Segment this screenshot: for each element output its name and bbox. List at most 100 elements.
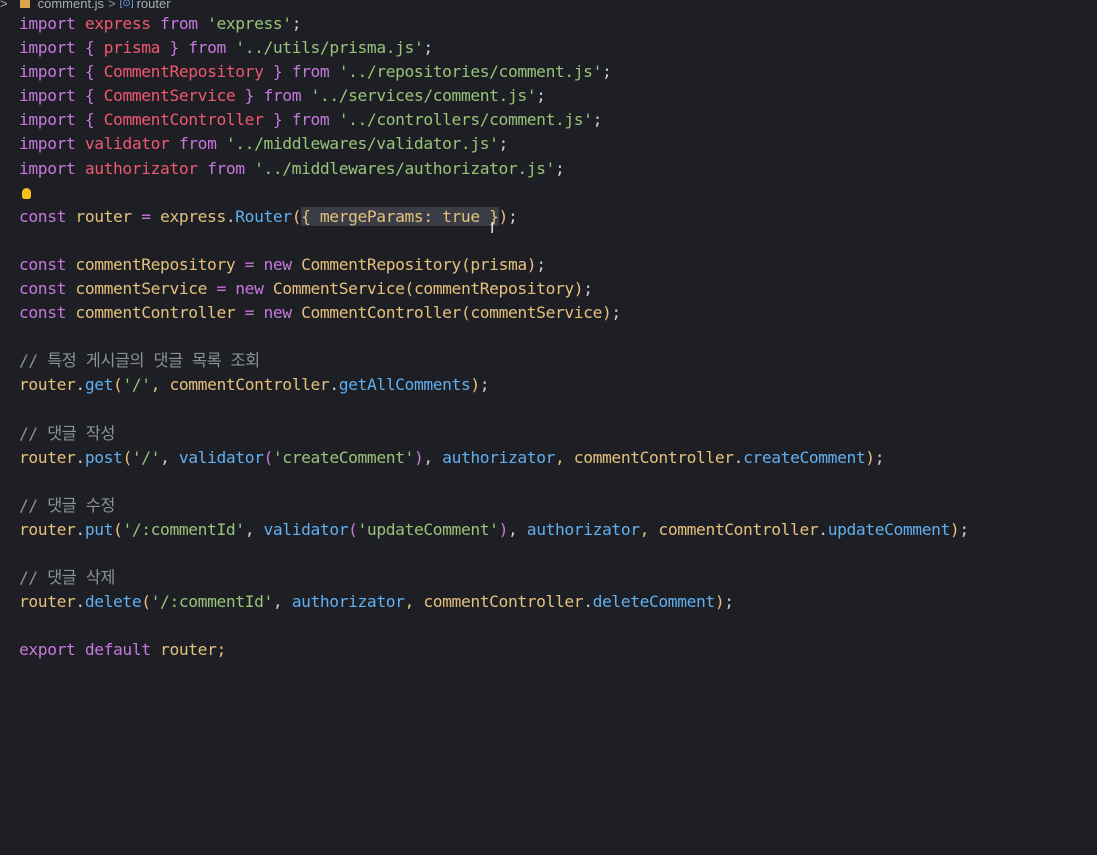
code-token: ,: [160, 447, 179, 467]
code-line[interactable]: [19, 614, 1097, 638]
code-comment[interactable]: // 댓글 삭제: [19, 566, 1097, 590]
code-token: , commentController: [404, 592, 584, 612]
code-token: =: [141, 206, 151, 226]
code-token: express: [75, 14, 161, 33]
code-token: '../services/comment.js': [310, 86, 537, 106]
code-token: router: [19, 375, 76, 395]
code-token: express: [150, 206, 226, 226]
code-token: router: [66, 206, 142, 226]
code-token: '/': [131, 447, 161, 467]
code-token: ): [949, 519, 960, 539]
code-token: (: [404, 279, 415, 299]
breadcrumb-separator: >: [108, 0, 116, 11]
code-token: import: [19, 158, 76, 178]
code-token: ): [470, 375, 480, 395]
code-token: }: [235, 86, 264, 106]
code-token: import: [19, 134, 76, 154]
breadcrumb-chevron[interactable]: >: [0, 0, 8, 11]
code-token: ,: [423, 447, 443, 467]
code-token: '../middlewares/validator.js': [225, 134, 499, 154]
text-cursor-icon: I: [490, 219, 495, 237]
code-token: ;: [592, 110, 603, 130]
code-token: ): [602, 303, 612, 323]
code-token: {: [75, 86, 104, 106]
code-line[interactable]: [19, 470, 1097, 494]
code-token: put: [84, 519, 114, 539]
breadcrumb-file[interactable]: comment.js: [38, 0, 104, 11]
code-comment[interactable]: // 특정 게시글의 댓글 목록 조회: [19, 349, 1097, 373]
code-token: '../middlewares/authorizator.js': [254, 158, 555, 178]
code-line[interactable]: [19, 229, 1097, 253]
code-line[interactable]: [19, 181, 1097, 205]
code-token: import: [19, 14, 76, 33]
code-token: ): [498, 206, 509, 226]
code-token: router: [19, 592, 76, 612]
code-token: import: [19, 38, 76, 58]
code-line[interactable]: import validator from '../middlewares/va…: [19, 132, 1097, 156]
code-token: ): [526, 254, 537, 274]
code-token: ): [865, 447, 875, 467]
code-token: router: [19, 519, 76, 539]
code-line[interactable]: const commentRepository = new CommentRep…: [19, 253, 1097, 277]
code-token: from: [160, 14, 198, 33]
code-token: createComment: [743, 447, 866, 467]
code-line[interactable]: import { CommentService } from '../servi…: [19, 84, 1097, 108]
code-token: export: [19, 640, 76, 660]
code-token: updateComment: [827, 519, 951, 539]
code-line[interactable]: [19, 542, 1097, 566]
code-token: '../utils/prisma.js': [235, 38, 424, 58]
code-token: authorizator: [442, 447, 555, 467]
code-token: prisma: [470, 254, 527, 274]
breadcrumb-symbol[interactable]: router: [137, 0, 171, 11]
code-token: ): [413, 447, 424, 467]
code-line[interactable]: const commentController = new CommentCon…: [19, 301, 1097, 325]
code-token: CommentController: [103, 110, 264, 130]
code-token: 'createComment': [272, 447, 414, 467]
code-token: '/:commentId': [150, 592, 274, 612]
code-token: commentRepository: [66, 254, 245, 274]
code-line[interactable]: [19, 398, 1097, 422]
code-token: 'express': [207, 14, 292, 33]
code-line[interactable]: router.post('/', validator('createCommen…: [19, 446, 1097, 470]
code-token: ;: [724, 592, 734, 612]
lightbulb-icon[interactable]: [22, 187, 31, 199]
code-token: new: [263, 303, 292, 323]
code-line[interactable]: import { prisma } from '../utils/prisma.…: [19, 36, 1097, 60]
code-line[interactable]: import { CommentRepository } from '../re…: [19, 60, 1097, 84]
code-token: from: [178, 134, 217, 154]
code-token: const: [19, 279, 67, 299]
code-token: ;: [536, 254, 546, 274]
code-line[interactable]: const commentService = new CommentServic…: [19, 277, 1097, 301]
code-token: '../controllers/comment.js': [338, 110, 593, 130]
code-line[interactable]: import { CommentController } from '../co…: [19, 108, 1097, 132]
code-token: '../repositories/comment.js': [338, 62, 603, 82]
code-line[interactable]: export default router;: [19, 638, 1097, 662]
code-line[interactable]: router.get('/', commentController.getAll…: [19, 373, 1097, 397]
code-token: from: [263, 86, 302, 106]
code-line[interactable]: import authorizator from '../middlewares…: [19, 157, 1097, 181]
code-line[interactable]: [19, 325, 1097, 349]
code-token: .: [818, 519, 828, 539]
code-token: ,: [507, 519, 527, 539]
code-token: .: [75, 519, 85, 539]
code-line[interactable]: router.put('/:commentId', validator('upd…: [19, 518, 1097, 542]
code-line[interactable]: import express from 'express';: [19, 12, 1097, 36]
code-token: ;: [583, 279, 593, 299]
code-comment[interactable]: // 댓글 수정: [19, 494, 1097, 518]
code-token: .: [733, 447, 744, 467]
code-token: validator: [263, 519, 349, 539]
code-token: .: [225, 206, 236, 226]
code-editor[interactable]: import express from 'express'; import { …: [19, 12, 1097, 663]
code-token: (: [348, 519, 358, 539]
code-line[interactable]: router.delete('/:commentId', authorizato…: [19, 590, 1097, 614]
code-token: commentController: [66, 303, 245, 323]
code-token: deleteComment: [592, 592, 716, 612]
code-line[interactable]: const router = express.Router({ mergePar…: [19, 205, 1097, 229]
code-token: const: [19, 206, 67, 226]
code-comment[interactable]: // 댓글 작성: [19, 422, 1097, 446]
